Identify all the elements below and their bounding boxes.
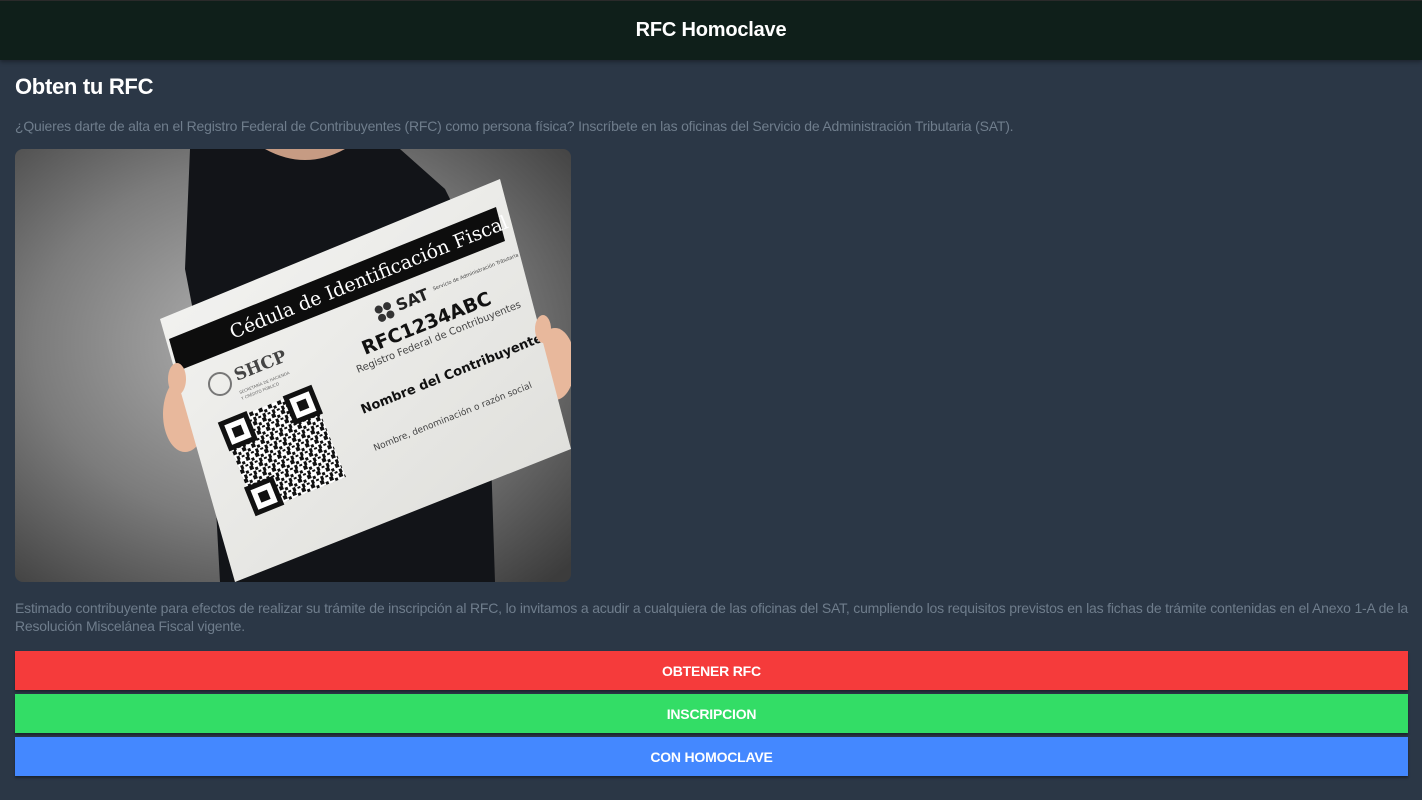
page-title: Obten tu RFC (15, 74, 154, 99)
hero-image: Cédula de Identificación Fiscal SAT Serv… (15, 149, 571, 582)
app-title: RFC Homoclave (635, 19, 787, 41)
intro-text: ¿Quieres darte de alta en el Registro Fe… (15, 118, 1014, 134)
inscripcion-button[interactable]: INSCRIPCION (15, 694, 1408, 733)
app-bar: RFC Homoclave (0, 0, 1422, 60)
con-homoclave-button[interactable]: CON HOMOCLAVE (15, 737, 1408, 776)
obtener-rfc-button[interactable]: OBTENER RFC (15, 651, 1408, 690)
body-text: Estimado contribuyente para efectos de r… (15, 600, 1408, 634)
